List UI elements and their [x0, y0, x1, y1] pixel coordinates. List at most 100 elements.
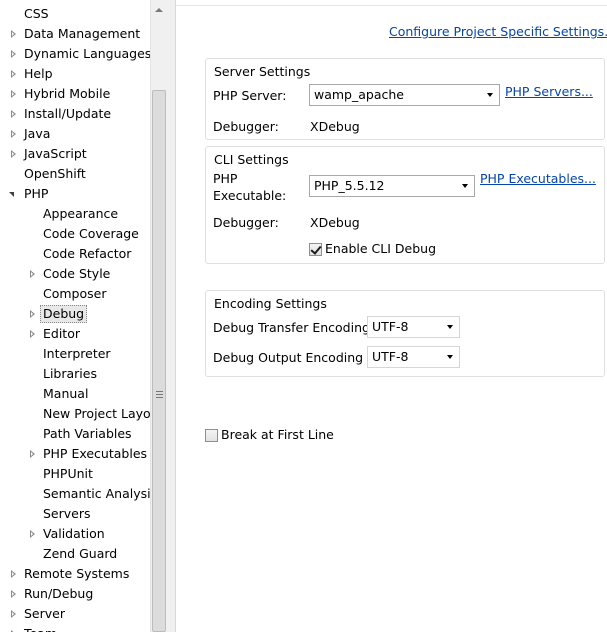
tree-item[interactable]: Run/Debug — [0, 584, 150, 604]
collapsed-arrow-icon[interactable] — [30, 330, 35, 338]
tree-item-label: OpenShift — [24, 166, 86, 181]
tree-item-label: Semantic Analysis — [43, 486, 150, 501]
tree-item[interactable]: Java — [0, 124, 150, 144]
tree-item[interactable]: Server — [0, 604, 150, 624]
php-server-value: wamp_apache — [314, 87, 404, 102]
preferences-tree[interactable]: CSS Data Management Dynamic Languages Help H… — [0, 0, 150, 632]
tree-item[interactable]: PHP Executables — [0, 444, 150, 464]
tree-item[interactable]: Path Variables — [0, 424, 150, 444]
debug-output-encoding-value: UTF-8 — [372, 349, 409, 364]
scroll-grip-icon — [156, 391, 163, 398]
tree-item[interactable]: Libraries — [0, 364, 150, 384]
tree-item[interactable]: Help — [0, 64, 150, 84]
tree-item-label: PHP Executables — [43, 446, 148, 461]
collapsed-arrow-icon[interactable] — [11, 30, 16, 38]
tree-item-label: Interpreter — [43, 346, 111, 361]
collapsed-arrow-icon[interactable] — [11, 70, 16, 78]
tree-item[interactable]: Interpreter — [0, 344, 150, 364]
php-executable-label-line1: PHP — [213, 171, 238, 186]
tree-item-label: Composer — [43, 286, 107, 301]
tree-item-label: Dynamic Languages — [24, 46, 150, 61]
collapsed-arrow-icon[interactable] — [11, 590, 16, 598]
tree-item[interactable]: PHPUnit — [0, 464, 150, 484]
php-executables-link[interactable]: PHP Executables... — [480, 171, 596, 186]
collapsed-arrow-icon[interactable] — [11, 570, 16, 578]
tree-item[interactable]: New Project Layout — [0, 404, 150, 424]
encoding-settings-title: Encoding Settings — [214, 296, 327, 311]
tree-scrollbar[interactable] — [150, 0, 167, 632]
tree-item-label: Code Coverage — [43, 226, 139, 241]
tree-item[interactable]: Data Management — [0, 24, 150, 44]
debug-output-encoding-select[interactable]: UTF-8 — [367, 346, 460, 368]
tree-item[interactable]: OpenShift — [0, 164, 150, 184]
tree-item[interactable]: PHP — [0, 184, 150, 204]
tree-item-label: Java — [24, 126, 51, 141]
chevron-down-icon — [447, 355, 453, 359]
collapsed-arrow-icon[interactable] — [11, 610, 16, 618]
configure-project-specific-settings-link[interactable]: Configure Project Specific Settings... — [389, 24, 607, 39]
php-servers-link[interactable]: PHP Servers... — [505, 84, 593, 99]
server-debugger-label: Debugger: — [213, 119, 279, 134]
header-divider — [176, 0, 607, 6]
tree-item[interactable]: Install/Update — [0, 104, 150, 124]
tree-item[interactable]: Code Refactor — [0, 244, 150, 264]
tree-item-label: CSS — [24, 6, 49, 21]
collapsed-arrow-icon[interactable] — [30, 270, 35, 278]
tree-item-label: Editor — [43, 326, 80, 341]
collapsed-arrow-icon[interactable] — [11, 130, 16, 138]
chevron-down-icon — [487, 93, 493, 97]
tree-item-label: Zend Guard — [43, 546, 118, 561]
enable-cli-debug-label[interactable]: Enable CLI Debug — [325, 241, 436, 256]
tree-item[interactable]: Dynamic Languages — [0, 44, 150, 64]
collapsed-arrow-icon[interactable] — [11, 50, 16, 58]
tree-item-label: JavaScript — [24, 146, 87, 161]
collapsed-arrow-icon[interactable] — [11, 110, 16, 118]
tree-item[interactable]: Hybrid Mobile — [0, 84, 150, 104]
scroll-up-arrow-icon[interactable] — [155, 8, 163, 12]
pane-divider[interactable] — [167, 0, 176, 632]
collapsed-arrow-icon[interactable] — [30, 530, 35, 538]
php-executable-label-line2: Executable: — [213, 188, 287, 203]
tree-item-label: Help — [24, 66, 53, 81]
php-server-select[interactable]: wamp_apache — [309, 84, 500, 106]
tree-item[interactable]: Semantic Analysis — [0, 484, 150, 504]
break-at-first-line-label[interactable]: Break at First Line — [221, 427, 334, 442]
tree-item[interactable]: Code Coverage — [0, 224, 150, 244]
collapsed-arrow-icon[interactable] — [30, 450, 35, 458]
tree-item-label: Install/Update — [24, 106, 112, 121]
tree-item[interactable]: Debug — [0, 304, 150, 324]
tree-item[interactable]: CSS — [0, 4, 150, 24]
tree-item-label: Data Management — [24, 26, 141, 41]
chevron-down-icon — [447, 325, 453, 329]
tree-item[interactable]: Manual — [0, 384, 150, 404]
collapsed-arrow-icon[interactable] — [30, 310, 35, 318]
php-executable-value: PHP_5.5.12 — [314, 178, 385, 193]
tree-item[interactable]: Code Style — [0, 264, 150, 284]
tree-item-label: Remote Systems — [24, 566, 130, 581]
tree-item[interactable]: Validation — [0, 524, 150, 544]
tree-item[interactable]: Team — [0, 624, 150, 632]
tree-item-label: Code Refactor — [43, 246, 132, 261]
tree-item[interactable]: JavaScript — [0, 144, 150, 164]
break-at-first-line-checkbox[interactable] — [205, 429, 218, 442]
tree-item[interactable]: Editor — [0, 324, 150, 344]
debug-transfer-encoding-select[interactable]: UTF-8 — [367, 316, 460, 338]
debug-transfer-encoding-value: UTF-8 — [372, 319, 409, 334]
tree-item[interactable]: Zend Guard — [0, 544, 150, 564]
php-executable-select[interactable]: PHP_5.5.12 — [309, 175, 475, 197]
php-server-label: PHP Server: — [213, 88, 287, 103]
collapsed-arrow-icon[interactable] — [11, 90, 16, 98]
tree-item[interactable]: Composer — [0, 284, 150, 304]
tree-item[interactable]: Appearance — [0, 204, 150, 224]
tree-item-label: New Project Layout — [43, 406, 150, 421]
collapsed-arrow-icon[interactable] — [11, 150, 16, 158]
scroll-thumb[interactable] — [152, 90, 166, 632]
enable-cli-debug-checkbox[interactable] — [309, 243, 322, 256]
tree-item[interactable]: Servers — [0, 504, 150, 524]
cli-debugger-value: XDebug — [310, 215, 360, 230]
tree-item-label: Debug — [40, 305, 88, 323]
expanded-arrow-icon[interactable] — [9, 192, 14, 197]
tree-item[interactable]: Remote Systems — [0, 564, 150, 584]
cli-settings-title: CLI Settings — [214, 152, 289, 167]
tree-item-label: Hybrid Mobile — [24, 86, 111, 101]
